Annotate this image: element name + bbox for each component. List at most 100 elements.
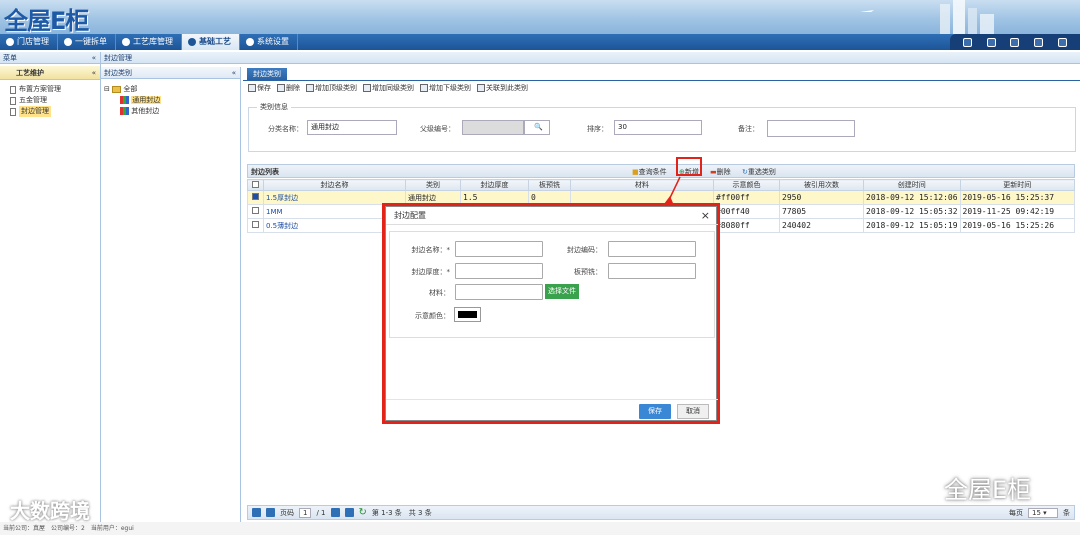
delete-icon: ▬ xyxy=(710,168,717,176)
row-checkbox[interactable] xyxy=(252,221,259,228)
store-icon xyxy=(6,38,14,46)
nav-tab-store[interactable]: 门店管理 xyxy=(0,34,58,50)
select-file-button[interactable]: 选择文件 xyxy=(545,284,579,299)
tree-node-other[interactable]: 其他封边 xyxy=(104,106,238,117)
home-icon[interactable] xyxy=(963,37,973,47)
search-icon: 🔍 xyxy=(534,123,543,131)
category-tree: ⊟ 全部 通用封边 其他封边 xyxy=(104,84,238,117)
select-all-checkbox[interactable] xyxy=(252,180,259,188)
row-checkbox-cell[interactable] xyxy=(247,190,264,205)
gear-icon[interactable] xyxy=(1034,37,1044,47)
reselect-category-button[interactable]: ↻重选类别 xyxy=(742,167,776,177)
wechat-icon xyxy=(900,473,938,501)
col-material[interactable]: 材料 xyxy=(570,179,714,191)
premill-label: 板预铣： xyxy=(574,268,602,276)
add-sibling-category-button[interactable]: 增加同级类别 xyxy=(363,83,414,93)
col-refs[interactable]: 被引用次数 xyxy=(779,179,864,191)
highlight-add-button xyxy=(676,157,702,176)
nav-tab-basic-craft[interactable]: 基础工艺 xyxy=(182,34,240,50)
premill-input[interactable] xyxy=(608,263,696,279)
order-input[interactable]: 30 xyxy=(614,120,702,135)
next-page-icon[interactable] xyxy=(330,508,340,517)
collapse-icon[interactable]: « xyxy=(232,67,236,79)
chevron-up-icon[interactable]: « xyxy=(92,66,96,80)
save-icon xyxy=(248,84,256,92)
row-updated: 2019-05-16 15:25:26 xyxy=(959,218,1076,233)
last-page-icon[interactable] xyxy=(344,508,354,517)
collapse-icon[interactable]: « xyxy=(92,52,96,64)
tree-node-general[interactable]: 通用封边 xyxy=(104,95,238,106)
folder-icon xyxy=(112,85,122,93)
col-premill[interactable]: 板预铣 xyxy=(528,179,571,191)
settings-circle-icon xyxy=(246,38,254,46)
logout-icon[interactable] xyxy=(1057,37,1067,47)
row-checkbox[interactable] xyxy=(252,193,259,200)
nav-tab-system-settings[interactable]: 系统设置 xyxy=(240,34,298,50)
edge-name-input[interactable] xyxy=(455,241,543,257)
cancel-button[interactable]: 取消 xyxy=(677,404,709,419)
nav-tab-craft-library[interactable]: 工艺库管理 xyxy=(116,34,182,50)
menu-item-edge-banding[interactable]: 封边管理 xyxy=(0,106,100,117)
parent-code-input[interactable] xyxy=(462,120,524,135)
col-name[interactable]: 封边名称 xyxy=(263,179,406,191)
nav-tab-split-order[interactable]: 一键拆单 xyxy=(58,34,116,50)
delete-list-button[interactable]: ▬删除 xyxy=(710,167,731,177)
color-picker[interactable] xyxy=(454,307,481,322)
tree-toggle-icon[interactable]: ⊟ xyxy=(104,85,110,93)
page-total: / 1 xyxy=(316,508,326,517)
file-icon xyxy=(10,107,16,116)
col-color[interactable]: 示意颜色 xyxy=(713,179,780,191)
link-category-button[interactable]: 关联到此类别 xyxy=(477,83,528,93)
refresh-icon[interactable]: ↻ xyxy=(359,507,367,518)
add-top-category-button[interactable]: 增加顶级类别 xyxy=(306,83,357,93)
menu-item-hardware[interactable]: 五金管理 xyxy=(0,95,100,106)
left-menu-list: 布置方案管理 五金管理 封边管理 xyxy=(0,84,100,117)
page-summary: 第 1-3 条 共 3 条 xyxy=(371,508,432,517)
col-created[interactable]: 创建时间 xyxy=(863,179,961,191)
col-thickness[interactable]: 封边厚度 xyxy=(460,179,529,191)
row-checkbox[interactable] xyxy=(252,207,259,214)
app-header: 全屋E柜 xyxy=(0,0,1080,34)
tree-node-root[interactable]: ⊟ 全部 xyxy=(104,84,238,95)
remark-textarea[interactable] xyxy=(767,120,855,137)
breadcrumb: 封边管理 xyxy=(101,52,1080,64)
query-button[interactable]: ■查询条件 xyxy=(632,167,667,177)
left-menu-bar: 菜单 « xyxy=(0,52,100,64)
list-title: 封边列表 xyxy=(251,168,279,176)
add-child-category-button[interactable]: 增加下级类别 xyxy=(420,83,471,93)
select-all-cell[interactable] xyxy=(247,179,264,191)
menu-item-layout-plan[interactable]: 布置方案管理 xyxy=(0,84,100,95)
per-page-select[interactable]: 15 ▾ xyxy=(1028,507,1058,518)
save-toolbar-button[interactable]: 保存 xyxy=(248,83,271,93)
delete-icon xyxy=(277,84,285,92)
edge-thickness-input[interactable] xyxy=(455,263,543,279)
col-type[interactable]: 类别 xyxy=(405,179,461,191)
row-refs: 77805 xyxy=(779,204,864,219)
close-icon[interactable]: × xyxy=(701,209,710,222)
content-tab[interactable]: 封边类别 xyxy=(247,68,287,80)
dialog-title: 封边配置 xyxy=(386,207,718,225)
edge-code-input[interactable] xyxy=(608,241,696,257)
left-section-title[interactable]: 工艺维护 « xyxy=(0,66,100,80)
search-button[interactable]: 🔍 xyxy=(524,120,550,135)
row-checkbox-cell[interactable] xyxy=(247,204,264,219)
user-icon[interactable] xyxy=(1010,37,1020,47)
row-checkbox-cell[interactable] xyxy=(247,218,264,233)
material-input[interactable] xyxy=(455,284,543,300)
add-icon xyxy=(306,84,314,92)
message-icon[interactable] xyxy=(986,37,996,47)
save-button[interactable]: 保存 xyxy=(639,404,671,419)
color-swatch xyxy=(458,311,477,318)
file-icon xyxy=(10,96,16,105)
category-name-input[interactable]: 通用封边 xyxy=(307,120,397,135)
link-icon xyxy=(477,84,485,92)
watermark-left: 大数跨境 xyxy=(10,499,90,523)
first-page-icon[interactable] xyxy=(252,508,261,517)
table-header-row: 封边名称 类别 封边厚度 板预铣 材料 示意颜色 被引用次数 创建时间 更新时间 xyxy=(247,179,1076,191)
delete-toolbar-button[interactable]: 删除 xyxy=(277,83,300,93)
prev-page-icon[interactable] xyxy=(266,508,275,517)
header-skyline-decoration xyxy=(860,0,994,34)
main-nav: 门店管理 一键拆单 工艺库管理 基础工艺 系统设置 xyxy=(0,34,1080,50)
page-input[interactable]: 1 xyxy=(299,507,312,518)
col-updated[interactable]: 更新时间 xyxy=(959,179,1076,191)
